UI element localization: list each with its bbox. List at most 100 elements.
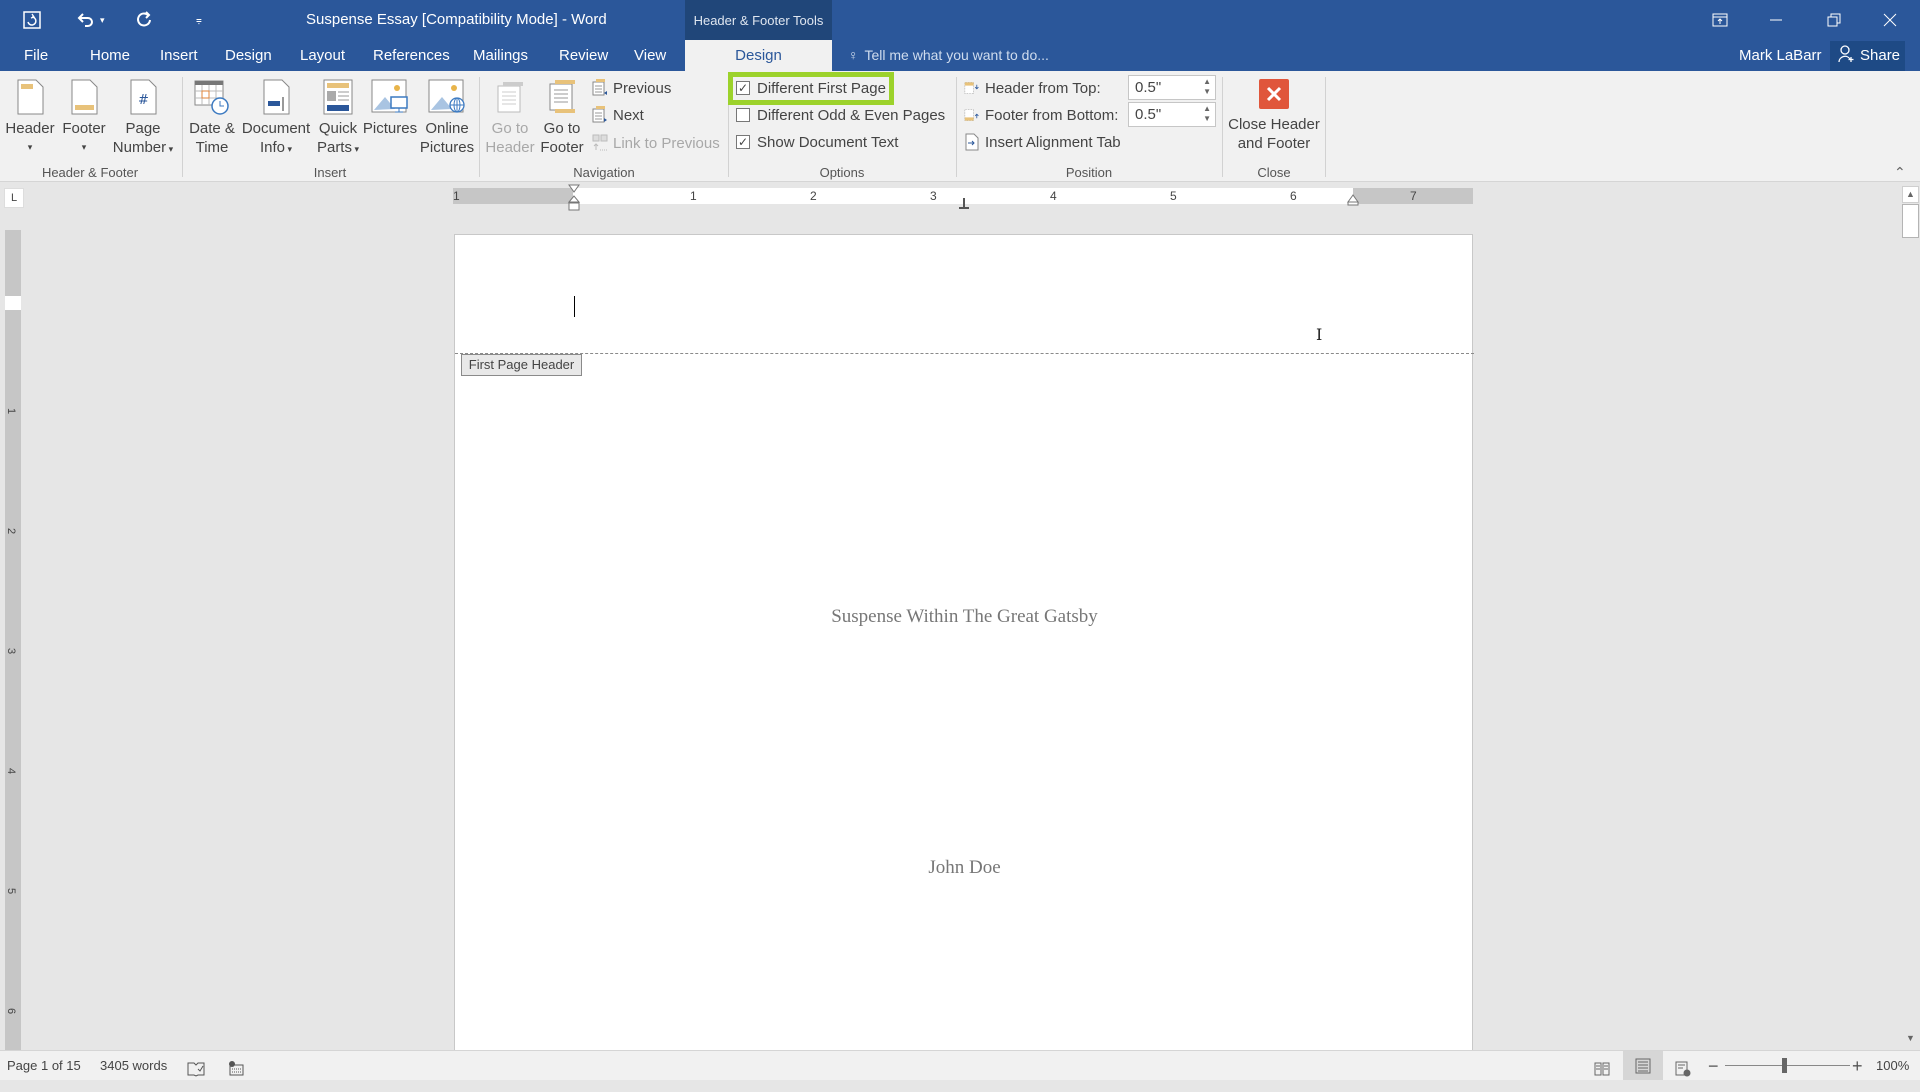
previous-button[interactable]: Previous: [592, 77, 671, 99]
date-time-button[interactable]: Date & Time: [184, 79, 240, 157]
tab-review[interactable]: Review: [559, 40, 608, 71]
zoom-in-button[interactable]: +: [1852, 1051, 1863, 1081]
group-label-header-footer: Header & Footer: [41, 165, 139, 180]
header-position-icon: [964, 82, 979, 94]
redo-icon: [137, 11, 151, 27]
document-title-text[interactable]: Suspense Within The Great Gatsby: [455, 606, 1474, 628]
print-layout-button[interactable]: [1623, 1051, 1663, 1080]
dropdown-icon: ▾: [27, 142, 33, 152]
document-info-button[interactable]: Document Info ▾: [240, 79, 312, 159]
undo-button[interactable]: ▾: [76, 0, 105, 40]
save-button[interactable]: [22, 0, 42, 40]
close-header-footer-button[interactable]: Close Header and Footer: [1226, 79, 1322, 153]
tab-layout[interactable]: Layout: [300, 40, 345, 71]
different-first-page-highlight: [728, 72, 894, 105]
go-to-header-button[interactable]: Go to Header: [482, 79, 538, 157]
vertical-ruler[interactable]: 1 2 3 4 5 6: [5, 230, 21, 1050]
document-author-text[interactable]: John Doe: [455, 857, 1474, 879]
share-person-icon: [1838, 45, 1854, 63]
header-icon: [17, 79, 44, 115]
group-label-close: Close: [1257, 165, 1291, 180]
alignment-tab-icon: [965, 133, 979, 151]
tab-view[interactable]: View: [634, 40, 666, 71]
ribbon-display-options-button[interactable]: [1692, 0, 1748, 40]
proofing-button[interactable]: [187, 1058, 205, 1088]
tab-references[interactable]: References: [373, 40, 450, 71]
link-to-previous-icon: [592, 134, 608, 151]
tab-header-footer-design[interactable]: Design: [685, 40, 832, 71]
close-window-button[interactable]: [1862, 0, 1918, 40]
share-button[interactable]: Share: [1830, 41, 1905, 71]
ruler-text-area: [5, 296, 21, 310]
footer-position-icon: [964, 109, 979, 121]
tell-me-placeholder: Tell me what you want to do...: [864, 47, 1049, 63]
read-mode-button[interactable]: [1594, 1058, 1610, 1088]
tab-design[interactable]: Design: [225, 40, 272, 71]
insert-alignment-tab-button[interactable]: Insert Alignment Tab: [964, 131, 1121, 153]
user-account[interactable]: Mark LaBarr: [1739, 40, 1822, 71]
tab-file[interactable]: File: [24, 40, 48, 71]
link-to-previous-button[interactable]: Link to Previous: [592, 132, 720, 154]
previous-section-icon: [592, 79, 607, 96]
macro-recording-button[interactable]: [228, 1057, 244, 1087]
scroll-down-arrow-icon[interactable]: ▼: [1902, 1031, 1919, 1048]
horizontal-ruler[interactable]: 1 1 2 3 4 5 6 7: [453, 184, 1473, 211]
undo-icon: [77, 13, 93, 27]
word-count[interactable]: 3405 words: [100, 1051, 167, 1081]
minimize-button[interactable]: [1748, 0, 1804, 40]
collapse-ribbon-button[interactable]: ⌃: [1894, 164, 1906, 181]
tab-selector[interactable]: L: [4, 188, 24, 208]
next-section-icon: [592, 106, 607, 123]
page-count[interactable]: Page 1 of 15: [7, 1051, 81, 1081]
tab-mailings[interactable]: Mailings: [473, 40, 528, 71]
status-bar: Page 1 of 15 3405 words − + 100%: [0, 1050, 1920, 1080]
customize-qat-icon: ⩦: [196, 14, 202, 26]
header-button[interactable]: Header ▾: [4, 79, 56, 157]
customize-qat-button[interactable]: ⩦: [196, 0, 202, 40]
center-tab-stop-icon[interactable]: [958, 198, 970, 210]
group-separator: [956, 77, 957, 177]
pictures-button[interactable]: Pictures: [362, 79, 418, 138]
print-layout-icon: [1635, 1058, 1651, 1074]
right-indent-marker-icon[interactable]: [1347, 194, 1359, 206]
different-odd-even-checkbox[interactable]: Different Odd & Even Pages: [736, 104, 945, 126]
restore-button[interactable]: [1806, 0, 1862, 40]
document-info-icon: [263, 79, 290, 115]
undo-dropdown-icon[interactable]: ▾: [100, 15, 105, 26]
scroll-thumb[interactable]: [1902, 204, 1919, 238]
text-cursor: [574, 296, 575, 317]
vertical-scrollbar[interactable]: ▲ ▼: [1900, 184, 1920, 1050]
next-button[interactable]: Next: [592, 104, 644, 126]
online-pictures-button[interactable]: Online Pictures: [418, 79, 476, 157]
zoom-out-button[interactable]: −: [1708, 1051, 1719, 1081]
web-layout-button[interactable]: [1675, 1058, 1691, 1088]
zoom-slider-thumb[interactable]: [1782, 1058, 1787, 1073]
page-number-button[interactable]: # Page Number ▾: [108, 79, 178, 159]
page-number-icon: #: [130, 79, 157, 115]
quick-parts-icon: [323, 79, 353, 115]
tell-me-search[interactable]: ♀ Tell me what you want to do...: [848, 40, 1049, 71]
footer-from-bottom-input[interactable]: 0.5" ▲ ▼: [1128, 102, 1216, 127]
dropdown-icon: ▾: [166, 144, 174, 154]
quick-parts-button[interactable]: Quick Parts ▾: [312, 79, 364, 159]
header-from-top-label: Header from Top:: [964, 77, 1101, 99]
tab-home[interactable]: Home: [90, 40, 130, 71]
online-pictures-icon: [428, 79, 465, 113]
group-separator: [1325, 77, 1326, 177]
spin-arrows-icon[interactable]: ▲ ▼: [1203, 104, 1211, 124]
ribbon-display-options-icon: [1712, 13, 1728, 27]
header-from-top-input[interactable]: 0.5" ▲ ▼: [1128, 75, 1216, 100]
indent-marker-icon[interactable]: [567, 184, 581, 212]
tab-insert[interactable]: Insert: [160, 40, 198, 71]
scroll-up-arrow-icon[interactable]: ▲: [1902, 186, 1919, 203]
zoom-slider-track[interactable]: [1725, 1065, 1850, 1066]
show-document-text-checkbox[interactable]: ✓ Show Document Text: [736, 131, 898, 153]
footer-button[interactable]: Footer ▾: [58, 79, 110, 157]
go-to-footer-icon: [549, 80, 575, 113]
zoom-level[interactable]: 100%: [1876, 1051, 1909, 1081]
lightbulb-icon: ♀: [848, 47, 859, 63]
document-page[interactable]: I First Page Header Suspense Within The …: [454, 234, 1474, 1050]
redo-button[interactable]: [134, 0, 154, 40]
spin-arrows-icon[interactable]: ▲ ▼: [1203, 77, 1211, 97]
go-to-footer-button[interactable]: Go to Footer: [536, 79, 588, 157]
